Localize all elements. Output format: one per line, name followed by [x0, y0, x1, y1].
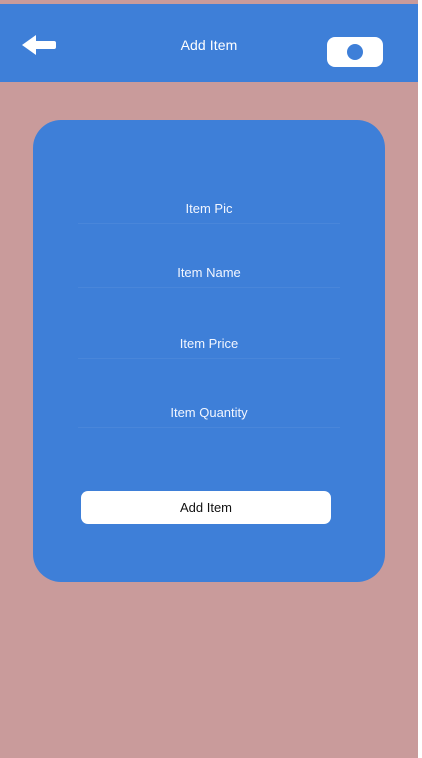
add-item-button[interactable]: Add Item: [81, 491, 331, 524]
item-pic-underline: [78, 223, 340, 224]
camera-button[interactable]: [327, 37, 383, 67]
item-quantity-input[interactable]: Item Quantity: [78, 390, 340, 434]
item-quantity-underline: [78, 427, 340, 428]
item-quantity-placeholder: Item Quantity: [170, 404, 248, 420]
item-price-placeholder: Item Price: [179, 335, 239, 351]
screen-right-gutter: [418, 0, 422, 758]
item-pic-field[interactable]: Item Pic: [78, 186, 340, 230]
item-price-input[interactable]: Item Price: [78, 321, 340, 365]
item-pic-placeholder: Item Pic: [185, 200, 233, 216]
add-item-form-card: Item Pic Item Name Item Price Item Quant…: [33, 120, 385, 582]
camera-icon: [347, 44, 363, 60]
item-name-placeholder: Item Name: [177, 264, 241, 280]
item-name-input[interactable]: Item Name: [78, 250, 340, 294]
item-price-underline: [78, 358, 340, 359]
top-app-bar: Add Item: [0, 4, 418, 82]
app-screen: Add Item Item Pic Item Name Item Price I…: [0, 0, 418, 758]
item-name-underline: [78, 287, 340, 288]
add-item-button-label: Add Item: [179, 500, 233, 515]
